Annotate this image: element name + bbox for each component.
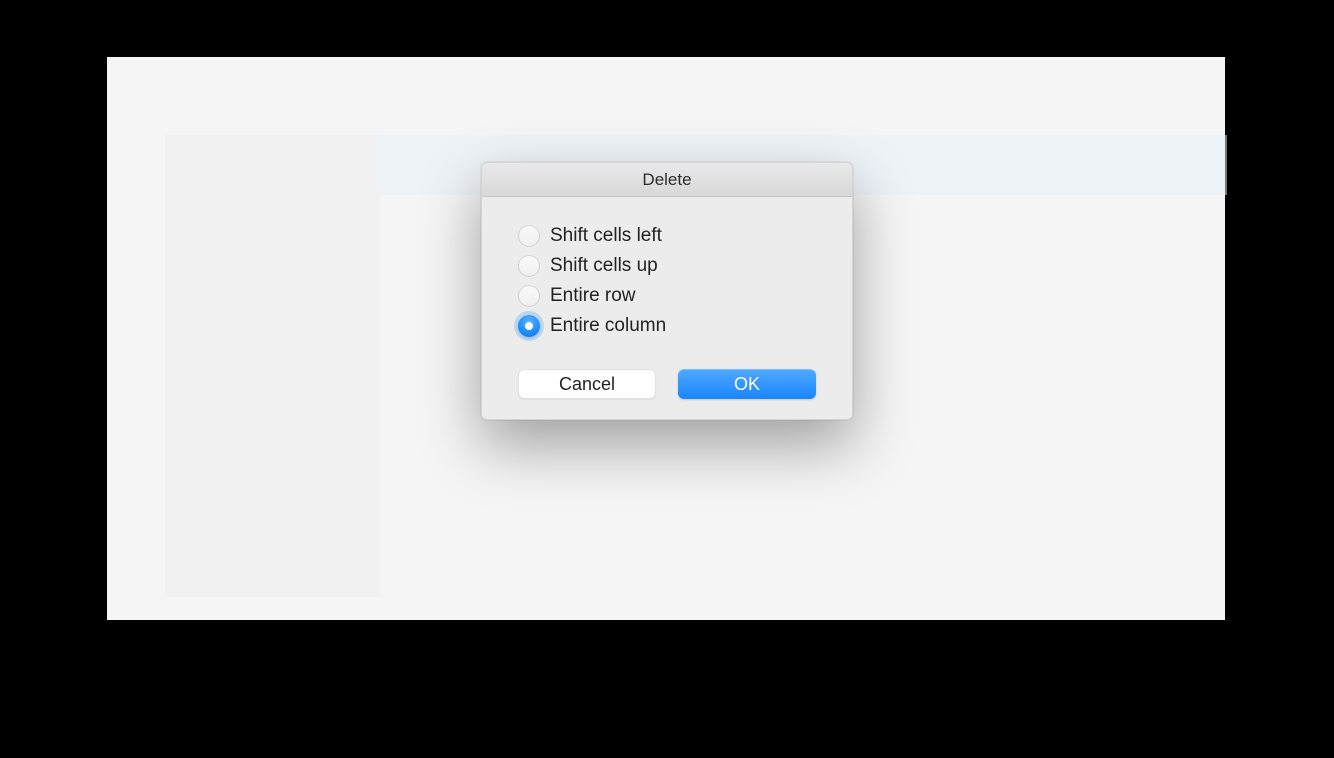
cancel-button-label: Cancel <box>559 374 615 395</box>
delete-options-group: Shift cells left Shift cells up Entire r… <box>518 225 816 337</box>
radio-label: Entire row <box>550 285 636 307</box>
radio-entire-row[interactable]: Entire row <box>518 285 816 307</box>
radio-label: Entire column <box>550 315 666 337</box>
radio-entire-column[interactable]: Entire column <box>518 315 816 337</box>
ok-button-label: OK <box>734 374 760 395</box>
radio-shift-cells-up[interactable]: Shift cells up <box>518 255 816 277</box>
background-sidebar <box>165 135 380 597</box>
cancel-button[interactable]: Cancel <box>518 369 656 399</box>
dialog-body: Shift cells left Shift cells up Entire r… <box>482 197 852 419</box>
ok-button[interactable]: OK <box>678 369 816 399</box>
radio-label: Shift cells up <box>550 255 658 277</box>
delete-dialog: Delete Shift cells left Shift cells up E… <box>481 162 853 420</box>
dialog-titlebar: Delete <box>482 163 852 197</box>
dialog-button-row: Cancel OK <box>518 369 816 399</box>
dialog-title: Delete <box>642 170 691 190</box>
radio-shift-cells-left[interactable]: Shift cells left <box>518 225 816 247</box>
radio-icon-selected <box>518 315 540 337</box>
radio-icon <box>518 285 540 307</box>
radio-icon <box>518 225 540 247</box>
radio-icon <box>518 255 540 277</box>
radio-label: Shift cells left <box>550 225 662 247</box>
